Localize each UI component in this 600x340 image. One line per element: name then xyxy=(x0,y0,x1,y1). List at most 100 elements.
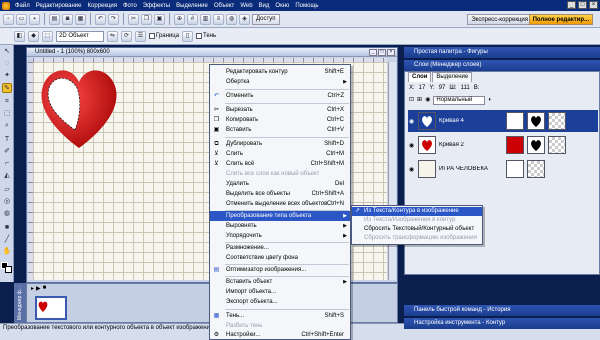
layer-row[interactable]: ◉ Кривая 4 xyxy=(408,110,598,132)
menu-item-align[interactable]: Выровнять ▶ xyxy=(210,221,350,231)
globe-icon[interactable]: ◍ xyxy=(226,13,237,25)
menu-item-duplicate[interactable]: ⧉ Дублировать Shift+D xyxy=(210,139,350,149)
lock-icon[interactable]: ⊡ xyxy=(409,95,414,105)
open-folder-icon[interactable]: ▭ xyxy=(16,13,27,25)
blur-tool-icon[interactable]: ◍ xyxy=(2,209,12,219)
eye-icon[interactable]: ◉ xyxy=(408,166,415,173)
shape-tool-icon[interactable]: ■ xyxy=(2,223,12,233)
layer-row[interactable]: ◉ ИГРА ЧЕЛОВЕКА xyxy=(408,158,598,180)
vertical-scrollbar[interactable] xyxy=(388,62,396,280)
submenu-item-to-contour[interactable]: Из Текста/Изображения в контур xyxy=(352,216,482,225)
menu-item-paste[interactable]: ▣ Вставить Ctrl+V xyxy=(210,125,350,135)
menu-help[interactable]: Помощь xyxy=(292,3,321,9)
eye-icon[interactable]: ◉ xyxy=(408,118,415,125)
submenu-item-reset-transform[interactable]: Сбросить трансформацию изображения xyxy=(352,234,482,243)
menu-item-replicate[interactable]: Размножение... xyxy=(210,243,350,253)
menu-item-shadow[interactable]: ▦ Тень... Shift+S xyxy=(210,311,350,321)
lasso-tool-icon[interactable]: ◌ xyxy=(2,59,12,69)
menu-item-select-all-objects[interactable]: Выделить все объекты Ctrl+Shift+A xyxy=(210,189,350,199)
pointer-tool-icon[interactable]: ↖ xyxy=(2,47,12,57)
grid-icon[interactable]: # xyxy=(187,13,198,25)
filmstrip-handle[interactable]: Менеджер ф... xyxy=(14,283,26,323)
camera-icon[interactable]: ◙ xyxy=(62,13,73,25)
layer-row[interactable]: ◉ Кривая 2 xyxy=(408,134,598,156)
menu-item-deselect-all-objects[interactable]: Отменить выделение всех объектов Ctrl+N xyxy=(210,199,350,209)
menu-item-merge-as-new[interactable]: Слить все слои как новый объект xyxy=(210,169,350,179)
share-icon[interactable]: ◈ xyxy=(239,13,250,25)
maximize-icon[interactable]: □ xyxy=(378,49,386,56)
border-checkbox[interactable]: Граница xyxy=(149,33,179,39)
redo-icon[interactable]: ↷ xyxy=(108,13,119,25)
tab-selection[interactable]: Выделение xyxy=(432,72,473,82)
transform-icon[interactable]: ⬚ xyxy=(42,30,53,42)
w-value[interactable]: 111 xyxy=(461,83,470,93)
submenu-item-reset-text-contour[interactable]: Сбросить Текстовый/Контурный объект xyxy=(352,225,482,234)
path-tool-icon[interactable]: ✎ xyxy=(2,83,12,93)
layers-panel-header[interactable]: Слои (Менеджер слоев) xyxy=(404,60,600,71)
eraser-tool-icon[interactable]: ▱ xyxy=(2,185,12,195)
copy-icon[interactable]: ❐ xyxy=(141,13,152,25)
menu-item-convert-object-type[interactable]: Преобразование типа объекта ▶ xyxy=(210,211,350,221)
menu-item-copy[interactable]: ❐ Копировать Ctrl+C xyxy=(210,115,350,125)
menu-item-delete[interactable]: Удалить Del xyxy=(210,179,350,189)
access-button[interactable]: Доступ xyxy=(252,13,280,25)
pointer-icon[interactable]: ▸ xyxy=(31,285,34,292)
object-icon[interactable]: ◧ xyxy=(14,30,25,42)
blend-mode-select[interactable]: Нормальный xyxy=(433,95,486,105)
menu-window[interactable]: Окно xyxy=(272,3,292,9)
palette-panel-header[interactable]: Простая палитра - Фигуры xyxy=(404,47,600,58)
menu-edit[interactable]: Редактирование xyxy=(33,3,85,9)
paste-icon[interactable]: ▣ xyxy=(154,13,165,25)
tab-layers[interactable]: Слои xyxy=(408,72,432,82)
zoom-tool-icon[interactable]: ⌕ xyxy=(2,121,12,131)
menu-view[interactable]: Вид xyxy=(256,3,273,9)
document-thumbnail[interactable] xyxy=(35,296,67,320)
magic-wand-tool-icon[interactable]: ✦ xyxy=(2,71,12,81)
menu-item-export-object[interactable]: Экспорт объекта... xyxy=(210,297,350,307)
maximize-icon[interactable]: □ xyxy=(578,1,587,9)
print-icon[interactable]: ▦ xyxy=(75,13,86,25)
minimize-icon[interactable]: _ xyxy=(369,49,377,56)
menu-item-settings[interactable]: ⚙ Настройки... Ctrl+Shift+Enter xyxy=(210,330,350,340)
cut-icon[interactable]: ✂ xyxy=(128,13,139,25)
rotate-icon[interactable]: ⟳ xyxy=(121,30,132,42)
play-icon[interactable]: ▶ xyxy=(36,285,41,292)
menu-object[interactable]: Объект xyxy=(211,3,237,9)
clone-tool-icon[interactable]: ◎ xyxy=(2,197,12,207)
stop-icon[interactable]: ■ xyxy=(43,285,47,292)
y-value[interactable]: 97 xyxy=(439,83,446,93)
transform-tool-icon[interactable]: ⬚ xyxy=(2,109,12,119)
close-icon[interactable]: × xyxy=(387,49,395,56)
menu-item-match-background[interactable]: Соответствие цвету фона xyxy=(210,253,350,263)
menu-photo[interactable]: Фото xyxy=(120,3,140,9)
express-correction-tab[interactable]: Экспресс-коррекция xyxy=(467,14,532,25)
zoom-icon[interactable]: ⊕ xyxy=(174,13,185,25)
menu-item-edit-contour[interactable]: Редактировать контур Shift+E xyxy=(210,67,350,77)
menu-item-merge-all[interactable]: ⊻ Слить всё Ctrl+Shift+M xyxy=(210,159,350,169)
menu-item-image-optimizer[interactable]: ▤ Оптимизатор изображения... xyxy=(210,265,350,275)
opacity-icon[interactable]: ◐ xyxy=(488,95,492,105)
dropper-tool-icon[interactable]: ⌐ xyxy=(2,159,12,169)
crop-tool-icon[interactable]: ⌗ xyxy=(2,97,12,107)
save-icon[interactable]: ▪ xyxy=(29,13,40,25)
fill-tool-icon[interactable]: ◭ xyxy=(2,171,12,181)
full-editor-tab[interactable]: Полное редактир... xyxy=(528,14,593,25)
text-tool-icon[interactable]: T xyxy=(2,135,12,145)
eye-icon[interactable]: ◉ xyxy=(408,142,415,149)
menu-effects[interactable]: Эффекты xyxy=(140,3,173,9)
tool-settings-panel-header[interactable]: Настройка инструмента - Контур xyxy=(404,318,600,329)
menu-item-cut[interactable]: ✂ Вырезать Ctrl+X xyxy=(210,105,350,115)
history-panel-header[interactable]: Панель быстрой команд - История xyxy=(404,305,600,316)
background-color-swatch[interactable] xyxy=(5,266,12,273)
flip-icon[interactable]: ⇋ xyxy=(107,30,118,42)
menu-item-merge[interactable]: ⊻ Слить Ctrl+M xyxy=(210,149,350,159)
link-icon[interactable]: ⊞ xyxy=(417,95,422,105)
menu-item-insert-object[interactable]: Вставить объект ▶ xyxy=(210,277,350,287)
close-icon[interactable]: × xyxy=(589,1,598,9)
border-color-icon[interactable]: ▯ xyxy=(182,30,194,42)
menu-web[interactable]: Web xyxy=(237,3,255,9)
submenu-item-to-image[interactable]: ↗ Из Текста/Контура в изображение xyxy=(352,207,482,216)
layers-icon[interactable]: ≡ xyxy=(213,13,224,25)
menu-file[interactable]: Файл xyxy=(12,3,33,9)
menu-item-arrange[interactable]: Упорядочить ▶ xyxy=(210,231,350,241)
